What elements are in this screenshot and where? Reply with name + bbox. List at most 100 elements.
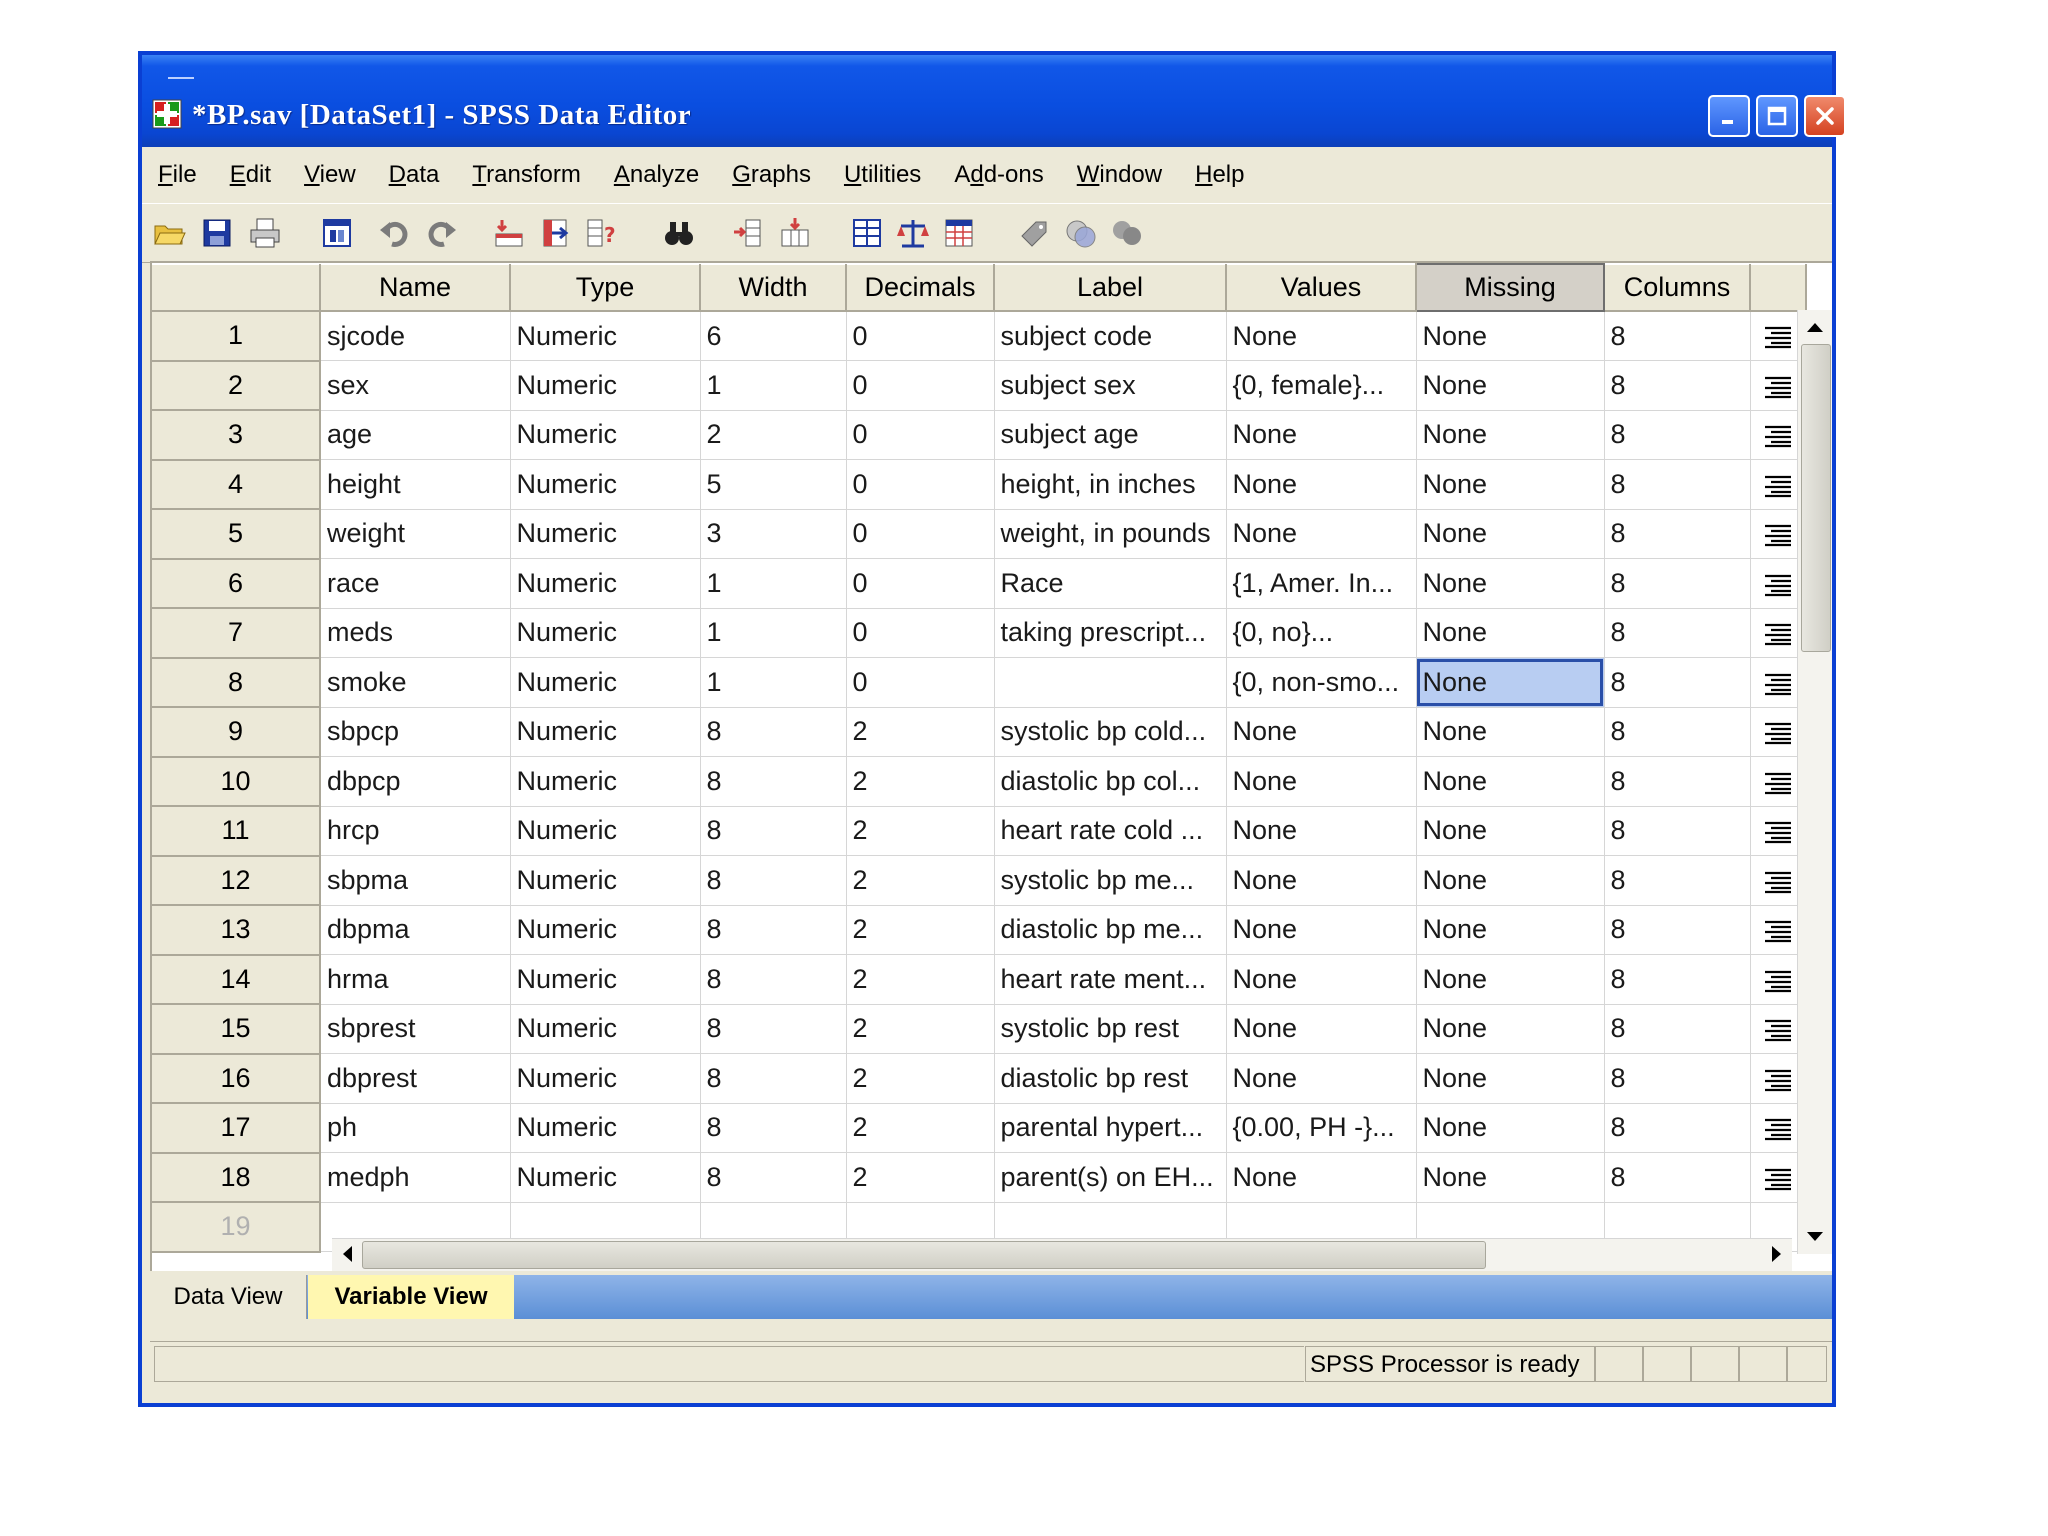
goto-case-icon[interactable] (492, 216, 526, 250)
cell-values[interactable]: None (1226, 311, 1417, 361)
cell-columns[interactable]: 8 (1604, 1004, 1751, 1054)
tab-variable-view[interactable]: Variable View (308, 1275, 514, 1319)
cell-values[interactable]: None (1226, 806, 1417, 856)
cell-width[interactable]: 8 (700, 905, 847, 955)
cell-decimals[interactable]: 0 (846, 608, 995, 658)
cell-missing[interactable]: None (1416, 311, 1605, 361)
column-header-align[interactable] (1750, 263, 1807, 312)
cell-columns[interactable]: 8 (1604, 905, 1751, 955)
row-header[interactable]: 8 (152, 657, 321, 708)
row-header[interactable]: 13 (152, 904, 321, 956)
cell-decimals[interactable]: 0 (846, 558, 995, 609)
menu-item[interactable]: Add-ons (954, 161, 1043, 189)
menu-item[interactable]: Transform (472, 161, 580, 189)
column-header-width[interactable]: Width (700, 263, 847, 312)
cell-type[interactable]: Numeric (510, 311, 701, 361)
value-labels-icon[interactable] (1018, 216, 1052, 250)
cell-columns[interactable]: 8 (1604, 954, 1751, 1005)
row-header[interactable]: 6 (152, 558, 321, 609)
cell-width[interactable]: 1 (700, 657, 847, 708)
cell-name[interactable]: meds (320, 608, 511, 658)
cell-type[interactable]: Numeric (510, 608, 701, 658)
cell-width[interactable]: 8 (700, 1103, 847, 1153)
row-header[interactable]: 12 (152, 855, 321, 906)
cell-type[interactable]: Numeric (510, 657, 701, 708)
cell-missing[interactable]: None (1416, 756, 1605, 807)
cell-values[interactable]: None (1226, 1053, 1417, 1104)
cell-name[interactable]: age (320, 410, 511, 460)
tab-data-view[interactable]: Data View (150, 1275, 307, 1319)
horizontal-scroll-thumb[interactable] (362, 1241, 1486, 1269)
cell-label[interactable]: taking prescript... (994, 608, 1227, 658)
column-header-values[interactable]: Values (1226, 263, 1417, 312)
print-icon[interactable] (248, 216, 282, 250)
cell-name[interactable]: hrma (320, 954, 511, 1005)
cell-columns[interactable]: 8 (1604, 855, 1751, 906)
cell-label[interactable] (994, 657, 1227, 708)
cell-width[interactable]: 8 (700, 756, 847, 807)
cell-type[interactable]: Numeric (510, 509, 701, 559)
cell-decimals[interactable]: 2 (846, 1152, 995, 1203)
cell-width[interactable]: 6 (700, 311, 847, 361)
cell-missing[interactable]: None (1416, 707, 1605, 757)
weight-cases-icon[interactable] (896, 216, 930, 250)
cell-columns[interactable]: 8 (1604, 459, 1751, 510)
cell-columns[interactable]: 8 (1604, 558, 1751, 609)
cell-width[interactable]: 5 (700, 459, 847, 510)
menu-item[interactable]: Help (1195, 161, 1244, 189)
minimize-button[interactable] (1708, 95, 1750, 137)
cell-decimals[interactable]: 2 (846, 806, 995, 856)
cell-width[interactable]: 1 (700, 608, 847, 658)
cell-width[interactable]: 8 (700, 1053, 847, 1104)
cell-columns[interactable]: 8 (1604, 657, 1751, 708)
cell-columns[interactable]: 8 (1604, 608, 1751, 658)
column-header-label[interactable]: Label (994, 263, 1227, 312)
insert-cases-icon[interactable] (732, 216, 766, 250)
insert-variable-icon[interactable] (778, 216, 812, 250)
cell-columns[interactable]: 8 (1604, 756, 1751, 807)
cell-decimals[interactable]: 2 (846, 1103, 995, 1153)
cell-missing[interactable]: None (1416, 905, 1605, 955)
cell-values[interactable]: {0, non-smo... (1226, 657, 1417, 708)
row-header[interactable]: 16 (152, 1053, 321, 1104)
cell-missing[interactable]: None (1416, 1053, 1605, 1104)
cell-values[interactable]: {1, Amer. In... (1226, 558, 1417, 609)
vertical-scroll-thumb[interactable] (1801, 344, 1831, 652)
show-all-variables-icon[interactable] (1110, 216, 1144, 250)
menu-item[interactable]: Edit (230, 161, 271, 189)
cell-values[interactable]: None (1226, 707, 1417, 757)
cell-columns[interactable]: 8 (1604, 1152, 1751, 1203)
menu-item[interactable]: Utilities (844, 161, 921, 189)
cell-missing[interactable]: None (1416, 1152, 1605, 1203)
cell-decimals[interactable]: 2 (846, 707, 995, 757)
cell-name[interactable]: medph (320, 1152, 511, 1203)
row-header[interactable]: 9 (152, 706, 321, 758)
cell-columns[interactable]: 8 (1604, 1103, 1751, 1153)
cell-width[interactable]: 8 (700, 1004, 847, 1054)
cell-missing[interactable]: None (1416, 608, 1605, 658)
cell-columns[interactable]: 8 (1604, 806, 1751, 856)
cell-values[interactable]: None (1226, 509, 1417, 559)
cell-columns[interactable]: 8 (1604, 509, 1751, 559)
row-header[interactable]: 11 (152, 805, 321, 857)
cell-name[interactable]: sbpcp (320, 707, 511, 757)
menu-item[interactable]: Graphs (732, 161, 811, 189)
column-header-columns[interactable]: Columns (1604, 263, 1751, 312)
column-header-decimals[interactable]: Decimals (846, 263, 995, 312)
cell-decimals[interactable]: 2 (846, 905, 995, 955)
cell-columns[interactable]: 8 (1604, 360, 1751, 411)
cell-name[interactable]: dbpma (320, 905, 511, 955)
row-header[interactable]: 2 (152, 360, 321, 411)
cell-missing[interactable]: None (1416, 855, 1605, 906)
cell-label[interactable]: Race (994, 558, 1227, 609)
cell-label[interactable]: diastolic bp rest (994, 1053, 1227, 1104)
cell-type[interactable]: Numeric (510, 855, 701, 906)
cell-missing[interactable]: None (1416, 459, 1605, 510)
cell-decimals[interactable]: 0 (846, 410, 995, 460)
cell-values[interactable]: {0.00, PH -}... (1226, 1103, 1417, 1153)
cell-label[interactable]: height, in inches (994, 459, 1227, 510)
column-header-name[interactable]: Name (320, 263, 511, 312)
cell-label[interactable]: diastolic bp me... (994, 905, 1227, 955)
menu-item[interactable]: View (304, 161, 356, 189)
cell-values[interactable]: None (1226, 954, 1417, 1005)
